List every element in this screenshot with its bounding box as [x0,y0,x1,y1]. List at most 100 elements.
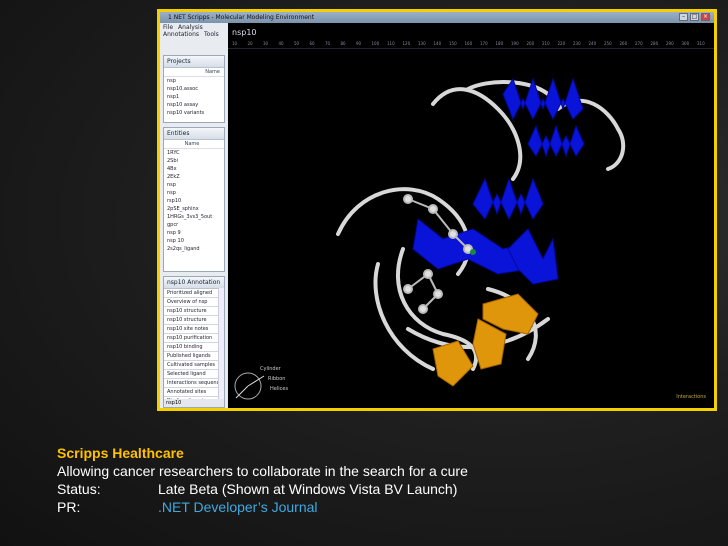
ruler-tick: 90 [356,41,362,46]
annotation-item[interactable]: nsp10 site notes [164,325,224,334]
caption-title: Scripps Healthcare [57,445,184,461]
project-item[interactable]: nsp1 [164,93,224,101]
projects-header: Projects [164,56,224,68]
helix [507,228,559,285]
ligand-atom [433,289,443,299]
ruler-tick: 290 [666,41,674,46]
entities-panel: Entities Name 1RYC 2Sbi 4Bx 2EkZ nsp nsp rsp10… [163,127,225,272]
projects-column-header[interactable]: Name [164,68,224,77]
sequence-ruler[interactable]: 10 20 30 40 50 60 70 80 90 100 110 120 130 140 150 160 1… [228,40,714,49]
project-item[interactable]: nsp [164,77,224,85]
maximize-button[interactable]: □ [690,13,699,21]
status-value: Late Beta (Shown at Windows Vista BV Lau… [158,481,458,497]
ruler-tick: 260 [619,41,628,46]
entity-item[interactable]: nsp [164,181,224,189]
ruler-tick: 10 [232,41,238,46]
pr-label: PR: [57,499,81,515]
annotation-item[interactable]: Annotated sites [164,388,224,397]
minimize-button[interactable]: – [679,13,688,21]
entity-item[interactable]: nsp [164,189,224,197]
entities-column-header[interactable]: Name [164,140,224,149]
entity-item[interactable]: 1RYC [164,149,224,157]
annotation-item[interactable]: nsp10 purification [164,334,224,343]
coil-strand [556,98,626,171]
window-controls: – □ × [679,13,710,21]
ruler-tick: 130 [418,41,426,46]
entity-item[interactable]: 1HRGs_3vs3_5out [164,213,224,221]
ligand-atom [403,284,413,294]
ruler-tick: 270 [635,41,643,46]
ruler-tick: 80 [340,41,346,46]
menu-file[interactable]: File [163,24,173,31]
status-label: Status: [57,481,101,497]
annotation-header: nsp10 Annotation [164,277,224,289]
ruler-tick: 210 [542,41,550,46]
ligand-atom [423,269,433,279]
annotation-footer: nsp10 [164,399,224,407]
annotation-item[interactable]: Published ligands [164,352,224,361]
annotation-list: Prioritized aligned Overview of nsp nsp10 … [164,289,224,406]
ruler-tick: 110 [387,41,395,46]
sidebar: File Analysis Annotations Tools Projects N… [160,23,229,408]
axis-label: Cylinder [260,366,282,372]
annotation-item[interactable]: Interactions sequence [164,379,224,388]
ruler-tick: 20 [247,41,253,46]
menu-annotations[interactable]: Annotations [163,31,199,38]
projects-panel: Projects Name nsp nsp10.assoc nsp1 nsp10 as… [163,55,225,123]
entity-item[interactable]: 4Bx [164,165,224,173]
ruler-tick: 100 [371,41,380,46]
close-button[interactable]: × [701,13,710,21]
menu-bar: File Analysis Annotations Tools [160,23,228,39]
ruler-tick: 60 [309,41,315,46]
ruler-tick: 150 [449,41,457,46]
ruler-tick: 170 [480,41,488,46]
entity-item[interactable]: 2pSE_sphinx [164,205,224,213]
protein-structure[interactable] [228,49,714,411]
annotation-item[interactable]: Cultivated samples [164,361,224,370]
entity-item[interactable]: 2Sbi [164,157,224,165]
ruler-tick: 180 [495,41,504,46]
project-item[interactable]: nsp10.assoc [164,85,224,93]
axis-label: Helices [270,386,288,392]
entity-item[interactable]: gpcr [164,221,224,229]
ruler-tick: 30 [263,41,269,46]
entity-item[interactable]: rsp10 [164,197,224,205]
annotation-item[interactable]: Selected ligand [164,370,224,379]
ruler-tick: 140 [433,41,442,46]
axis-label: Ribbon [268,376,285,382]
metal-ion [470,249,476,255]
window-title: 1 NET Scripps - Molecular Modeling Envir… [168,14,315,21]
annotation-item[interactable]: nsp10 structure [164,316,224,325]
entity-item[interactable]: 2EkZ [164,173,224,181]
ruler-tick: 250 [604,41,612,46]
project-item[interactable]: nsp10 variants [164,109,224,117]
entity-item[interactable]: nsp 10 [164,237,224,245]
entities-list: 1RYC 2Sbi 4Bx 2EkZ nsp nsp rsp10 2pSE_sphinx 1HR… [164,149,224,253]
helix [502,77,584,121]
entity-item[interactable]: nsp 9 [164,229,224,237]
annotation-panel: nsp10 Annotation Prioritized aligned Over… [163,276,225,408]
caption-description: Allowing cancer researchers to collabora… [57,463,468,479]
pr-link[interactable]: .NET Developer’s Journal [158,499,318,515]
status-line: Status: Late Beta (Shown at Windows Vista… [57,480,468,498]
ruler-tick: 220 [557,41,566,46]
ruler-tick: 190 [511,41,519,46]
watermark-logo: Interactions [676,394,706,400]
molecule-viewer[interactable]: nsp10 10 20 30 40 50 60 70 80 90 100 110 120 130 140 1… [228,23,714,408]
annotation-scrollbar[interactable] [218,288,224,407]
ligand-atom [418,304,428,314]
ruler-tick: 120 [402,41,411,46]
menu-analysis[interactable]: Analysis [178,24,203,31]
annotation-item[interactable]: nsp10 structure [164,307,224,316]
annotation-item[interactable]: Prioritized aligned [164,289,224,298]
title-bar: 1 NET Scripps - Molecular Modeling Envir… [160,12,714,23]
ruler-tick: 40 [278,41,284,46]
entity-item[interactable]: 2s2qs_ligand [164,245,224,253]
annotation-item[interactable]: Overview of nsp [164,298,224,307]
annotation-item[interactable]: nsp10 binding [164,343,224,352]
project-item[interactable]: nsp10 assay [164,101,224,109]
viewer-tab[interactable]: nsp10 [232,28,257,37]
app-screenshot: 1 NET Scripps - Molecular Modeling Envir… [157,9,717,411]
axis-orientation-widget[interactable]: Cylinder Ribbon Helices [230,360,296,404]
menu-tools[interactable]: Tools [204,31,219,38]
